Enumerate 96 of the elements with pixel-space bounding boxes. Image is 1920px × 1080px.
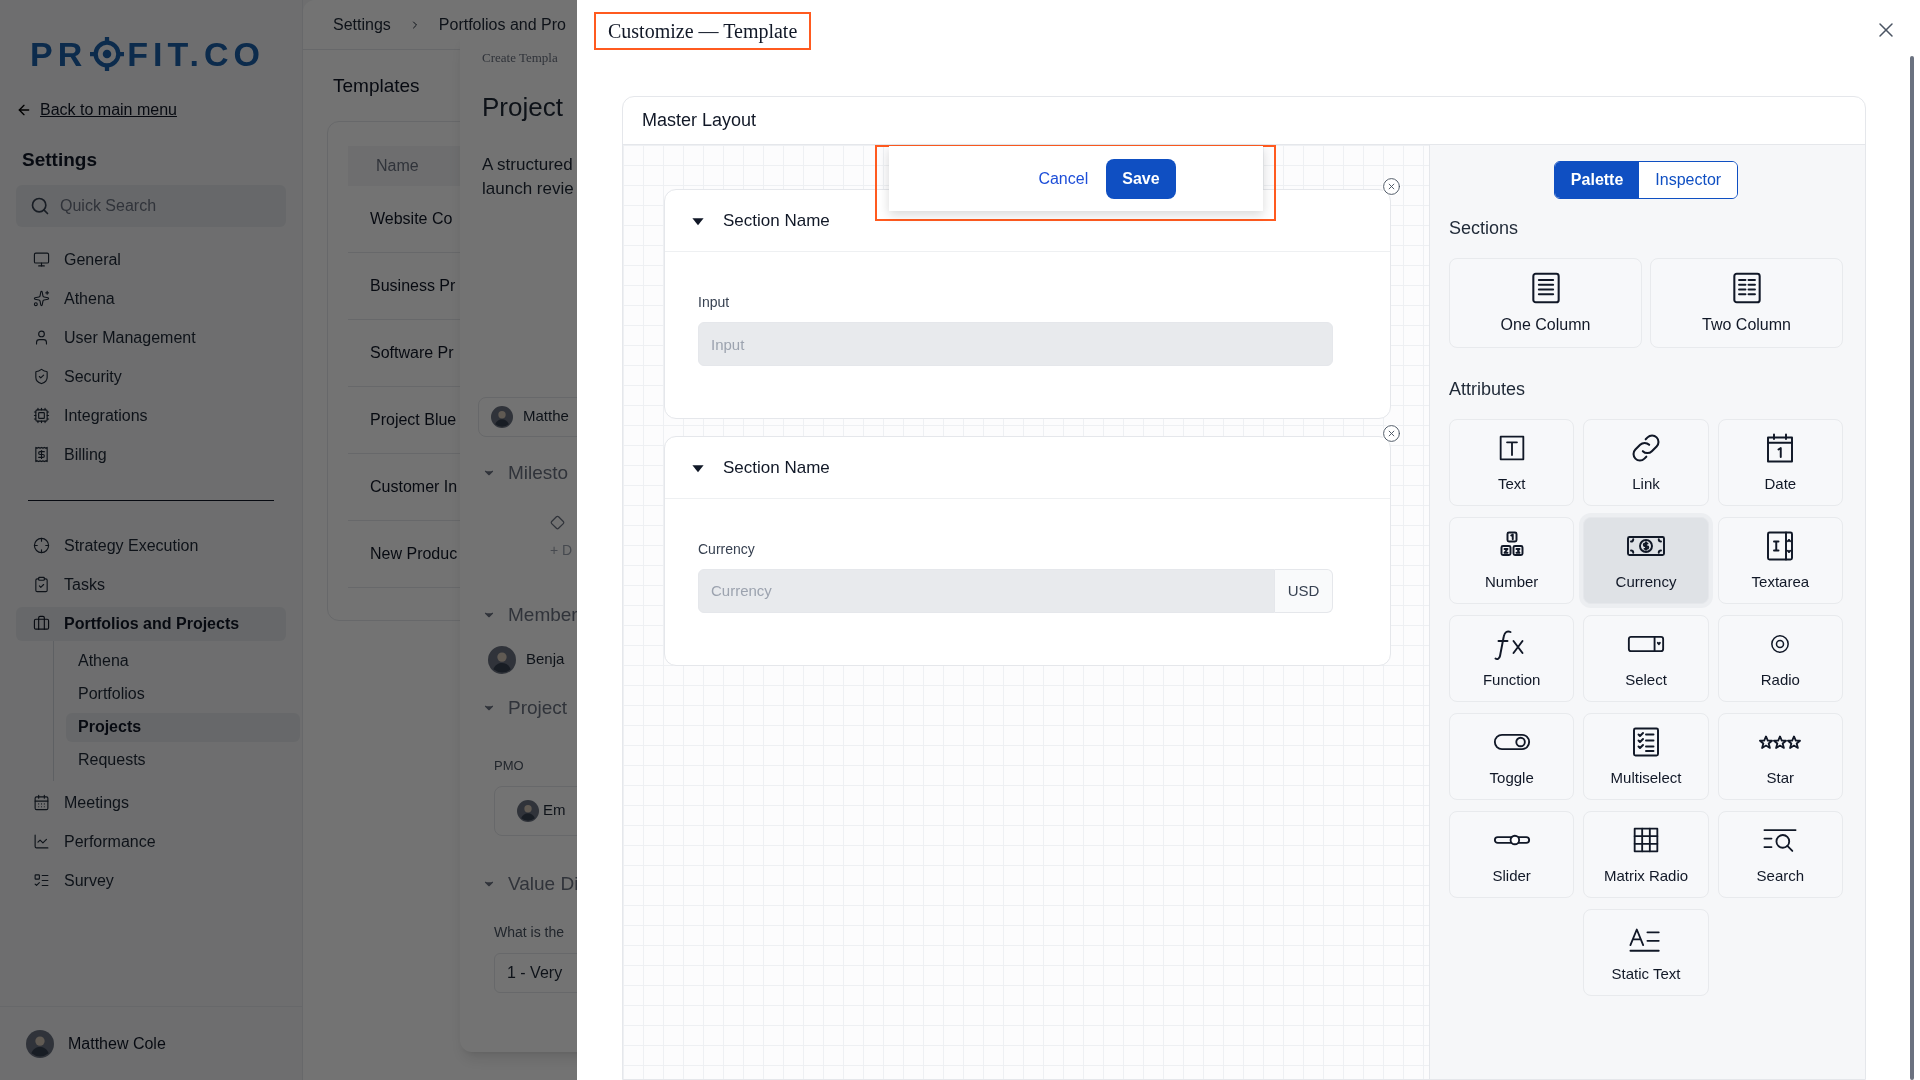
- user-name: Matthew Cole: [68, 1033, 166, 1054]
- palette-heading: Sections: [1449, 217, 1520, 240]
- table-cell-text: Customer In: [370, 476, 458, 497]
- sidebar-item[interactable]: User Management: [16, 320, 286, 355]
- sidebar-item[interactable]: Meetings: [16, 785, 286, 820]
- palette-item[interactable]: Textarea: [1717, 517, 1843, 604]
- question-text: What is the: [494, 923, 566, 942]
- person-name: Matthe: [523, 406, 569, 427]
- remove-section-button[interactable]: [1382, 177, 1401, 196]
- palette-item[interactable]: Select: [1583, 615, 1709, 702]
- sidebar-subitem[interactable]: Projects: [66, 712, 300, 742]
- avatar-icon: [488, 645, 516, 674]
- diamond-icon: [550, 515, 565, 530]
- input-field[interactable]: Input: [698, 322, 1333, 366]
- save-button[interactable]: Save: [1106, 158, 1176, 199]
- palette-item[interactable]: Toggle: [1449, 713, 1575, 800]
- panel-tab[interactable]: Palette: [1554, 162, 1640, 198]
- logo-text: PR: [30, 33, 88, 75]
- palette-heading: Attributes: [1449, 378, 1527, 401]
- table-cell-text: New Produc: [370, 543, 458, 564]
- nav-icon: [33, 446, 50, 463]
- nav-icon: [33, 833, 50, 850]
- palette-item[interactable]: Two Column: [1650, 258, 1843, 348]
- section-title: Section Name: [723, 209, 830, 232]
- table-cell-text: Website Co: [370, 208, 453, 229]
- group-title: Value Di: [508, 871, 579, 896]
- palette-item[interactable]: Date: [1717, 419, 1843, 506]
- nav-icon: [33, 290, 50, 307]
- sidebar-subitem[interactable]: Requests: [66, 745, 300, 775]
- sidebar-item[interactable]: Security: [16, 359, 286, 394]
- palette-item[interactable]: Search: [1717, 811, 1843, 898]
- sidebar-item[interactable]: Integrations: [16, 398, 286, 433]
- group-title: Project: [508, 695, 568, 720]
- nav-icon: [33, 794, 50, 811]
- palette-item[interactable]: Link: [1583, 419, 1709, 506]
- field-label: Currency: [698, 540, 756, 559]
- sidebar-subitem[interactable]: Athena: [66, 646, 300, 676]
- cancel-button[interactable]: Cancel: [1036, 166, 1091, 191]
- back-link[interactable]: Back to main menu: [40, 98, 177, 122]
- panel-tab[interactable]: Inspector: [1639, 162, 1738, 198]
- sidebar-subitem[interactable]: Portfolios: [66, 679, 300, 709]
- logo-target-icon: [90, 37, 125, 71]
- group-title: Member: [508, 603, 578, 627]
- nav-icon: [33, 872, 50, 889]
- nav-icon: [33, 407, 50, 424]
- nav-icon: [33, 537, 50, 554]
- search-icon: [30, 195, 50, 216]
- palette-item[interactable]: Star: [1717, 713, 1843, 800]
- remove-section-button[interactable]: [1382, 424, 1401, 443]
- table-cell-text: Project Blue: [370, 409, 457, 430]
- dialog-title: Customize — Template: [594, 12, 812, 50]
- avatar-icon: [491, 405, 513, 428]
- stars-icon: [1759, 734, 1802, 750]
- palette-item[interactable]: Slider: [1449, 811, 1575, 898]
- sidebar-item[interactable]: Performance: [16, 824, 286, 859]
- sidebar-item[interactable]: Billing: [16, 437, 286, 472]
- remove-icon: [1382, 177, 1401, 196]
- group-title: Milesto: [508, 460, 569, 485]
- sidebar-item[interactable]: Portfolios and Projects: [16, 606, 286, 641]
- drawer-caption: Create Templa: [482, 49, 559, 67]
- palette-item[interactable]: One Column: [1449, 258, 1642, 348]
- nav-icon: [33, 615, 50, 632]
- nav-icon: [33, 329, 50, 346]
- avatar-icon: [26, 1029, 54, 1058]
- nav-icon: [33, 368, 50, 385]
- person-name: Em: [543, 800, 566, 821]
- table-cell-text: Business Pr: [370, 275, 456, 296]
- nav-icon: [33, 576, 50, 593]
- sidebar-item[interactable]: Survey: [16, 863, 286, 898]
- sidebar-item[interactable]: Strategy Execution: [16, 528, 286, 563]
- sidebar-item[interactable]: Athena: [16, 281, 286, 316]
- currency-suffix: USD: [1275, 569, 1333, 613]
- palette-item[interactable]: Multiselect: [1583, 713, 1709, 800]
- field-label: Input: [698, 293, 731, 312]
- palette-item[interactable]: Text: [1449, 419, 1575, 506]
- palette-item[interactable]: Static Text: [1583, 909, 1709, 996]
- logo-text: FIT.CO: [127, 33, 265, 75]
- breadcrumb-item[interactable]: Settings: [333, 12, 391, 37]
- section-title: Section Name: [723, 456, 830, 479]
- nav-icon: [33, 251, 50, 268]
- layout-title: Master Layout: [642, 109, 757, 132]
- palette-item[interactable]: Radio: [1717, 615, 1843, 702]
- settings-heading: Settings: [21, 148, 98, 172]
- field-label: PMO: [494, 757, 525, 775]
- palette-item[interactable]: Matrix Radio: [1583, 811, 1709, 898]
- description-line: A structured: [482, 153, 574, 176]
- currency-field[interactable]: Currency: [698, 569, 1275, 613]
- table-cell-text: Software Pr: [370, 342, 454, 363]
- remove-icon: [1382, 424, 1401, 443]
- palette-item[interactable]: Function: [1449, 615, 1575, 702]
- sidebar-item[interactable]: Tasks: [16, 567, 286, 602]
- avatar-icon: [517, 799, 539, 822]
- sidebar-item[interactable]: General: [16, 242, 286, 277]
- page-title: Templates: [332, 74, 421, 98]
- person-name: Benja: [526, 649, 565, 670]
- palette-item[interactable]: Number: [1449, 517, 1575, 604]
